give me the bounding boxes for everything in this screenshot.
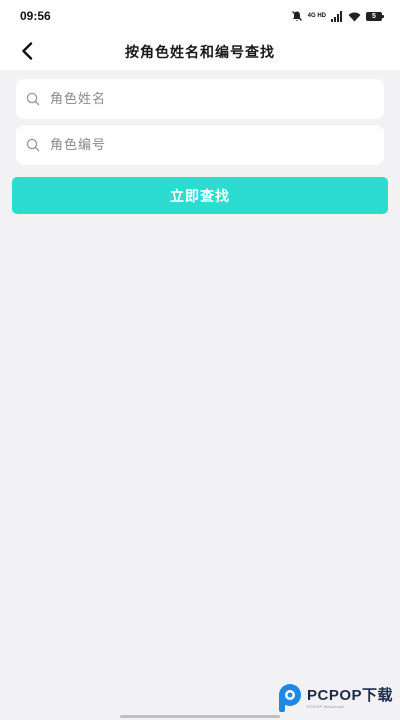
status-icons: 4G HD 5: [291, 9, 384, 23]
status-bar: 09:56 4G HD 5: [0, 0, 400, 32]
page-title: 按角色姓名和编号查找: [125, 45, 275, 61]
pcpop-watermark: PCPOP下载 PCPOP Download: [276, 682, 393, 714]
signal-icon: [331, 10, 342, 22]
role-id-search-field[interactable]: [16, 125, 384, 165]
watermark-subtext: PCPOP Download: [307, 703, 345, 709]
role-name-search-field[interactable]: [16, 79, 384, 119]
battery-icon: 5: [366, 11, 384, 21]
watermark-text: PCPOP下载: [307, 686, 394, 704]
search-icon: [26, 92, 40, 106]
network-type-label: 4G HD: [307, 13, 326, 19]
search-icon: [26, 138, 40, 152]
home-indicator[interactable]: [120, 715, 280, 718]
navigation-bar: 按角色姓名和编号查找: [0, 32, 400, 70]
search-now-button[interactable]: 立即查找: [12, 177, 388, 214]
pcpop-logo-icon: [279, 684, 301, 712]
status-time: 09:56: [20, 9, 51, 23]
role-id-input[interactable]: [48, 129, 372, 161]
role-name-input[interactable]: [48, 83, 372, 115]
mute-icon: [291, 11, 302, 22]
wifi-icon: [348, 12, 361, 21]
